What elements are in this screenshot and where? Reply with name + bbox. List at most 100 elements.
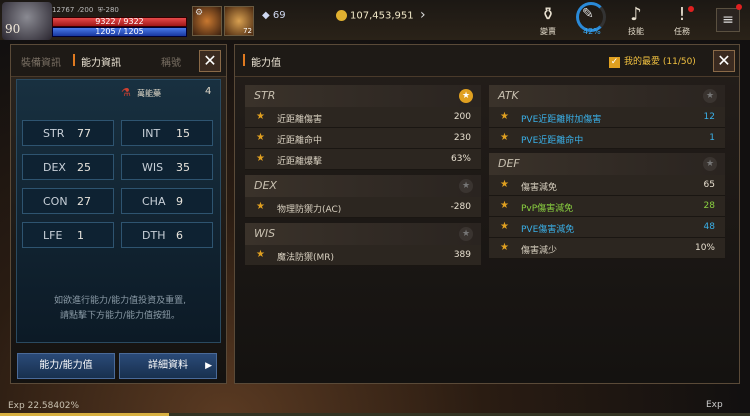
stat-row: ★ 近距離爆擊 63%	[245, 149, 481, 170]
close-right-button[interactable]: ✕	[713, 50, 735, 72]
ability-info-panel: 裝備資訊 能力資訊 稱號 ✕ ⚗ 萬能藥 4 STR 77 INT 15 DEX…	[10, 44, 227, 384]
stat-box-dex[interactable]: DEX 25	[22, 154, 114, 180]
star-icon[interactable]: ★	[500, 221, 509, 232]
stat-value: 25	[77, 161, 91, 174]
stat-row: ★ 傷害減少 10%	[489, 238, 725, 259]
hp-text: 9322 / 9322	[95, 17, 144, 26]
potion-icon: ⚗	[121, 86, 131, 99]
star-icon[interactable]: ★	[500, 179, 509, 190]
row-label: 傷害減少	[521, 246, 558, 256]
stat-box-wis[interactable]: WIS 35	[121, 154, 213, 180]
row-label: 近距離命中	[277, 136, 323, 146]
row-label: 近距離爆擊	[277, 157, 323, 167]
row-value: 200	[453, 112, 471, 122]
tab-separator	[73, 54, 75, 66]
hp-bar: 9322 / 9322	[52, 17, 187, 27]
potion-label: 萬能藥	[137, 89, 161, 98]
favorite-star-icon[interactable]: ★	[459, 227, 473, 241]
skill-icon: ♪	[630, 4, 642, 25]
stat-row: ★ PVE近距離附加傷害 12	[489, 107, 725, 128]
star-icon[interactable]: ★	[500, 242, 509, 253]
skill-label: 技能	[628, 27, 644, 36]
star-icon[interactable]: ★	[256, 111, 265, 122]
stat-row: ★ PvP傷害減免 28	[489, 196, 725, 217]
right-header: 能力值 ✓ 我的最愛 (11/50) ✕	[235, 45, 739, 77]
stat-box-str[interactable]: STR 77	[22, 120, 114, 146]
section-dex: DEX ★ ★ 物理防禦力(AC) -280	[245, 175, 481, 218]
bottom-exp-label: Exp	[706, 400, 723, 410]
quick-slot-item[interactable]: 72	[224, 6, 254, 36]
detail-button[interactable]: 詳細資料 ▶	[119, 353, 217, 379]
diamond-icon: ◆	[262, 10, 270, 21]
progress-percent: 42%	[583, 27, 601, 36]
star-icon[interactable]: ★	[256, 132, 265, 143]
section-header: DEX ★	[245, 175, 481, 197]
tab-ability[interactable]: 能力資訊	[81, 54, 121, 69]
stat-box-con[interactable]: CON 27	[22, 188, 114, 214]
stat-name: CON	[43, 195, 68, 208]
close-left-button[interactable]: ✕	[199, 50, 221, 72]
stat-value: 9	[176, 195, 183, 208]
section-name: ATK	[498, 89, 519, 102]
title-marker	[243, 54, 245, 66]
stat-value: 27	[77, 195, 91, 208]
exp-readout: Exp 22.58402%	[8, 401, 80, 411]
star-icon[interactable]: ★	[256, 249, 265, 260]
row-value: 63%	[450, 154, 471, 164]
tab-equipment[interactable]: 裝備資訊	[21, 54, 61, 69]
star-icon[interactable]: ★	[500, 111, 509, 122]
tab-title[interactable]: 稱號	[161, 54, 181, 69]
stat-box-cha[interactable]: CHA 9	[121, 188, 213, 214]
gold-expand-arrow-icon[interactable]: ›	[420, 7, 426, 23]
stat-name: INT	[142, 127, 161, 140]
hud-small-stats: 12767 ⁄200 ⛨-280	[52, 6, 119, 14]
row-value: -280	[450, 202, 471, 212]
stat-row: ★ 魔法防禦(MR) 389	[245, 245, 481, 266]
gem-counter: ◆ 69	[262, 10, 286, 21]
row-value: 28	[703, 201, 715, 211]
row-label: 魔法防禦(MR)	[277, 253, 335, 263]
quick-slot-potion[interactable]: ⚙	[192, 6, 222, 36]
section-header: DEF ★	[489, 153, 725, 175]
row-value: 48	[703, 222, 715, 232]
hamburger-menu-icon[interactable]: ≡	[716, 8, 740, 32]
stat-box-dth[interactable]: DTH 6	[121, 222, 213, 248]
row-value: 65	[703, 180, 715, 190]
section-wis: WIS ★ ★ 魔法防禦(MR) 389	[245, 223, 481, 266]
section-atk: ATK ★ ★ PVE近距離附加傷害 12 ★ PVE近距離命中 1	[489, 85, 725, 149]
stat-value: 6	[176, 229, 183, 242]
scroll-icon: ✎	[582, 6, 594, 22]
mp-bar: 1205 / 1205	[52, 27, 187, 37]
row-value: 12	[703, 112, 715, 122]
play-arrow-icon: ▶	[205, 361, 212, 371]
section-name: STR	[254, 89, 276, 102]
favorite-star-icon[interactable]: ★	[459, 179, 473, 193]
sell-button[interactable]: ⚱ 變賣	[530, 4, 566, 37]
left-tab-bar: 裝備資訊 能力資訊 稱號 ✕	[11, 45, 226, 77]
section-def: DEF ★ ★ 傷害減免 65 ★ PvP傷害減免 28 ★ PVE傷害減免 48 ★ 傷害減…	[489, 153, 725, 259]
stat-box-int[interactable]: INT 15	[121, 120, 213, 146]
star-icon[interactable]: ★	[500, 200, 509, 211]
row-value: 10%	[694, 243, 715, 253]
quest-icon: !	[678, 4, 686, 25]
star-icon[interactable]: ★	[500, 132, 509, 143]
quest-button[interactable]: ! 任務	[664, 4, 700, 37]
ability-button[interactable]: 能力/能力值	[17, 353, 115, 379]
stat-box-lfe[interactable]: LFE 1	[22, 222, 114, 248]
favorite-star-icon[interactable]: ★	[459, 89, 473, 103]
stat-value: 1	[77, 229, 84, 242]
section-name: DEF	[498, 157, 520, 170]
star-icon[interactable]: ★	[256, 153, 265, 164]
favorites-toggle[interactable]: ✓ 我的最愛 (11/50)	[609, 54, 696, 68]
panel-title: 能力值	[251, 58, 281, 69]
star-icon[interactable]: ★	[256, 201, 265, 212]
favorite-star-icon[interactable]: ★	[703, 89, 717, 103]
section-name: WIS	[254, 227, 276, 240]
row-value: 230	[453, 133, 471, 143]
gold-value: 107,453,951	[350, 10, 414, 22]
sell-label: 變賣	[540, 27, 556, 36]
favorite-star-icon[interactable]: ★	[703, 157, 717, 171]
ability-values-panel: 能力值 ✓ 我的最愛 (11/50) ✕ STR ★ ★ 近距離傷害 200 ★ 近距離…	[234, 44, 740, 384]
skill-button[interactable]: ♪ 技能	[618, 4, 654, 37]
stat-name: DTH	[142, 229, 166, 242]
